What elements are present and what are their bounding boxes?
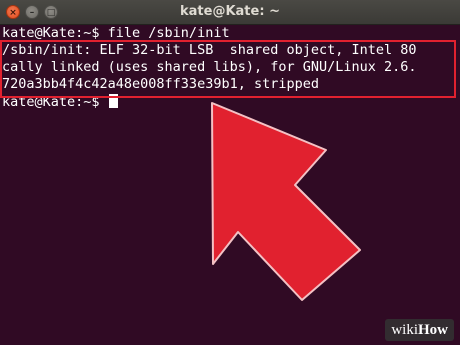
watermark-wiki: wiki — [391, 322, 418, 338]
wikihow-watermark: wikiHow — [385, 319, 454, 341]
watermark-how: How — [418, 322, 448, 338]
pointer-arrow-icon — [211, 102, 361, 301]
